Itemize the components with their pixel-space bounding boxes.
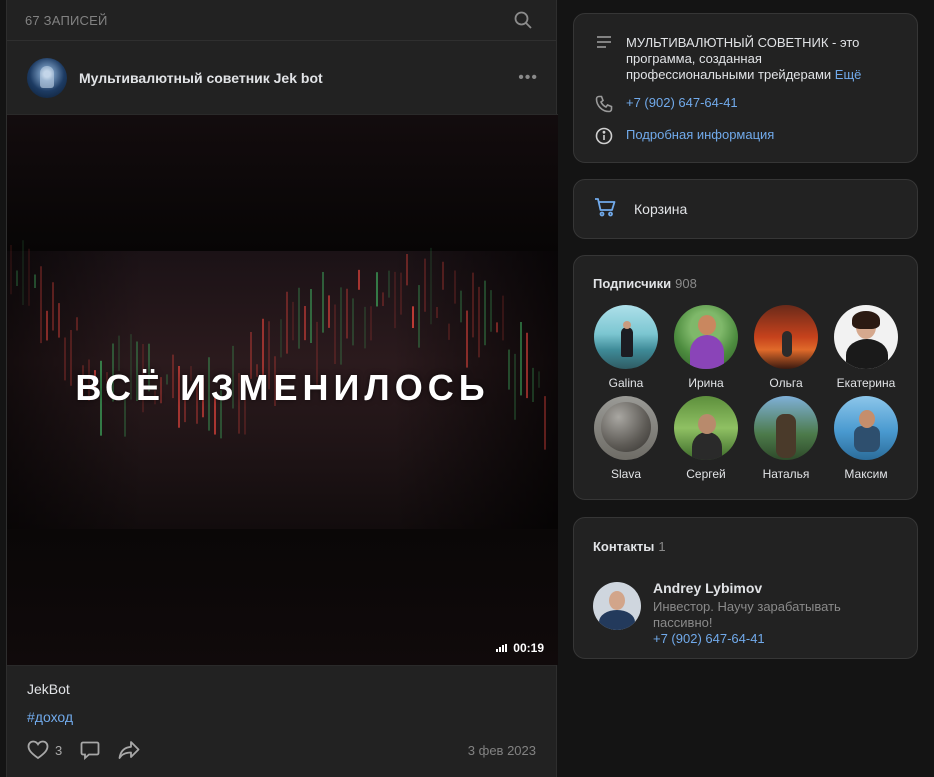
heart-icon xyxy=(27,740,49,760)
comment-icon xyxy=(80,741,100,760)
subscriber-name: Сергей xyxy=(686,467,726,481)
subscriber-item[interactable]: Ольга xyxy=(746,305,826,390)
avatar xyxy=(834,305,898,369)
cart-card[interactable]: Корзина xyxy=(573,179,918,239)
subscriber-name: Slava xyxy=(610,467,642,481)
video-title: ВСЁ ИЗМЕНИЛОСЬ xyxy=(75,367,490,408)
subscriber-item[interactable]: Сергей xyxy=(666,396,746,481)
avatar xyxy=(674,305,738,369)
community-phone[interactable]: +7 (902) 647-64-41 xyxy=(626,95,738,110)
subscriber-item[interactable]: Максим xyxy=(826,396,906,481)
menu-lines-icon xyxy=(594,35,614,49)
community-description: МУЛЬТИВАЛЮТНЫЙ СОВЕТНИК - это программа,… xyxy=(626,35,874,83)
avatar xyxy=(594,396,658,460)
details-link[interactable]: Подробная информация xyxy=(626,127,774,142)
subscribers-grid: Galina Ирина Ольга Екатерина Slava Серге… xyxy=(586,305,906,481)
avatar xyxy=(754,396,818,460)
post-actions: 3 3 фев 2023 xyxy=(27,739,536,761)
like-button[interactable]: 3 xyxy=(27,740,62,760)
likes-count: 3 xyxy=(55,742,63,758)
avatar xyxy=(593,582,641,630)
share-icon xyxy=(118,741,140,759)
subscribers-card: Подписчики 908 Galina Ирина Ольга Екатер… xyxy=(573,255,918,500)
contacts-count: 1 xyxy=(658,539,666,554)
community-info-card: МУЛЬТИВАЛЮТНЫЙ СОВЕТНИК - это программа,… xyxy=(573,13,918,163)
avatar xyxy=(754,305,818,369)
comment-button[interactable] xyxy=(80,740,100,760)
video-duration-label: 00:19 xyxy=(513,641,544,655)
subscribers-title-label: Подписчики xyxy=(593,276,672,291)
info-icon xyxy=(594,127,614,145)
cart-icon xyxy=(594,197,616,222)
video-player[interactable]: ВСЁ ИЗМЕНИЛОСЬ 00:19 xyxy=(7,114,558,665)
cart-label: Корзина xyxy=(634,201,688,217)
avatar xyxy=(674,396,738,460)
share-button[interactable] xyxy=(118,740,140,760)
group-avatar[interactable] xyxy=(27,57,67,98)
phone-icon xyxy=(594,95,614,113)
wall-feed: 67 ЗАПИСЕЙ Мультивалютный советник Jek b… xyxy=(6,0,558,777)
subscriber-name: Наталья xyxy=(762,467,810,481)
more-horizontal-icon[interactable]: ••• xyxy=(518,69,538,87)
search-icon[interactable] xyxy=(514,11,532,29)
feed-header: 67 ЗАПИСЕЙ xyxy=(7,0,556,40)
contacts-title-label: Контакты xyxy=(593,539,655,554)
subscriber-name: Galina xyxy=(608,376,644,390)
post-body: JekBot #доход 3 3 фев 2023 xyxy=(7,665,556,761)
contact-info: Andrey Lybimov Инвестор. Научу зарабатыв… xyxy=(653,579,893,647)
contact-role: Инвестор. Научу зарабатывать пассивно! xyxy=(653,599,841,630)
details-row: Подробная информация xyxy=(594,127,894,145)
description-text: МУЛЬТИВАЛЮТНЫЙ СОВЕТНИК - это программа,… xyxy=(626,35,860,82)
subscriber-item[interactable]: Galina xyxy=(586,305,666,390)
posts-count: 67 ЗАПИСЕЙ xyxy=(25,12,108,28)
post-author[interactable]: Мультивалютный советник Jek bot xyxy=(79,70,518,86)
video-duration: 00:19 xyxy=(496,641,544,655)
phone-row: +7 (902) 647-64-41 xyxy=(594,95,894,113)
post-date: 3 фев 2023 xyxy=(467,742,536,758)
subscriber-item[interactable]: Slava xyxy=(586,396,666,481)
avatar xyxy=(834,396,898,460)
subscribers-count: 908 xyxy=(675,276,697,291)
subscriber-item[interactable]: Екатерина xyxy=(826,305,906,390)
subscriber-item[interactable]: Ирина xyxy=(666,305,746,390)
subscribers-title[interactable]: Подписчики 908 xyxy=(593,276,697,291)
subscriber-name: Ирина xyxy=(688,376,724,390)
subscriber-name: Ольга xyxy=(769,376,803,390)
post-header: Мультивалютный советник Jek bot ••• xyxy=(7,40,556,114)
description-row: МУЛЬТИВАЛЮТНЫЙ СОВЕТНИК - это программа,… xyxy=(594,35,894,83)
page: 67 ЗАПИСЕЙ Мультивалютный советник Jek b… xyxy=(0,0,934,777)
post-text: JekBot xyxy=(27,681,70,697)
subscriber-item[interactable]: Наталья xyxy=(746,396,826,481)
volume-bars-icon xyxy=(496,644,508,652)
contact-phone[interactable]: +7 (902) 647-64-41 xyxy=(653,631,893,647)
contacts-card: Контакты 1 Andrey Lybimov Инвестор. Научу… xyxy=(573,517,918,659)
subscriber-name: Максим xyxy=(844,467,888,481)
show-more-link[interactable]: Ещё xyxy=(835,67,862,82)
contact-item[interactable]: Andrey Lybimov Инвестор. Научу зарабатыв… xyxy=(593,579,893,647)
avatar xyxy=(594,305,658,369)
contacts-title[interactable]: Контакты 1 xyxy=(593,539,666,554)
contact-name[interactable]: Andrey Lybimov xyxy=(653,579,893,597)
subscriber-name: Екатерина xyxy=(836,376,896,390)
post-hashtag[interactable]: #доход xyxy=(27,709,536,729)
